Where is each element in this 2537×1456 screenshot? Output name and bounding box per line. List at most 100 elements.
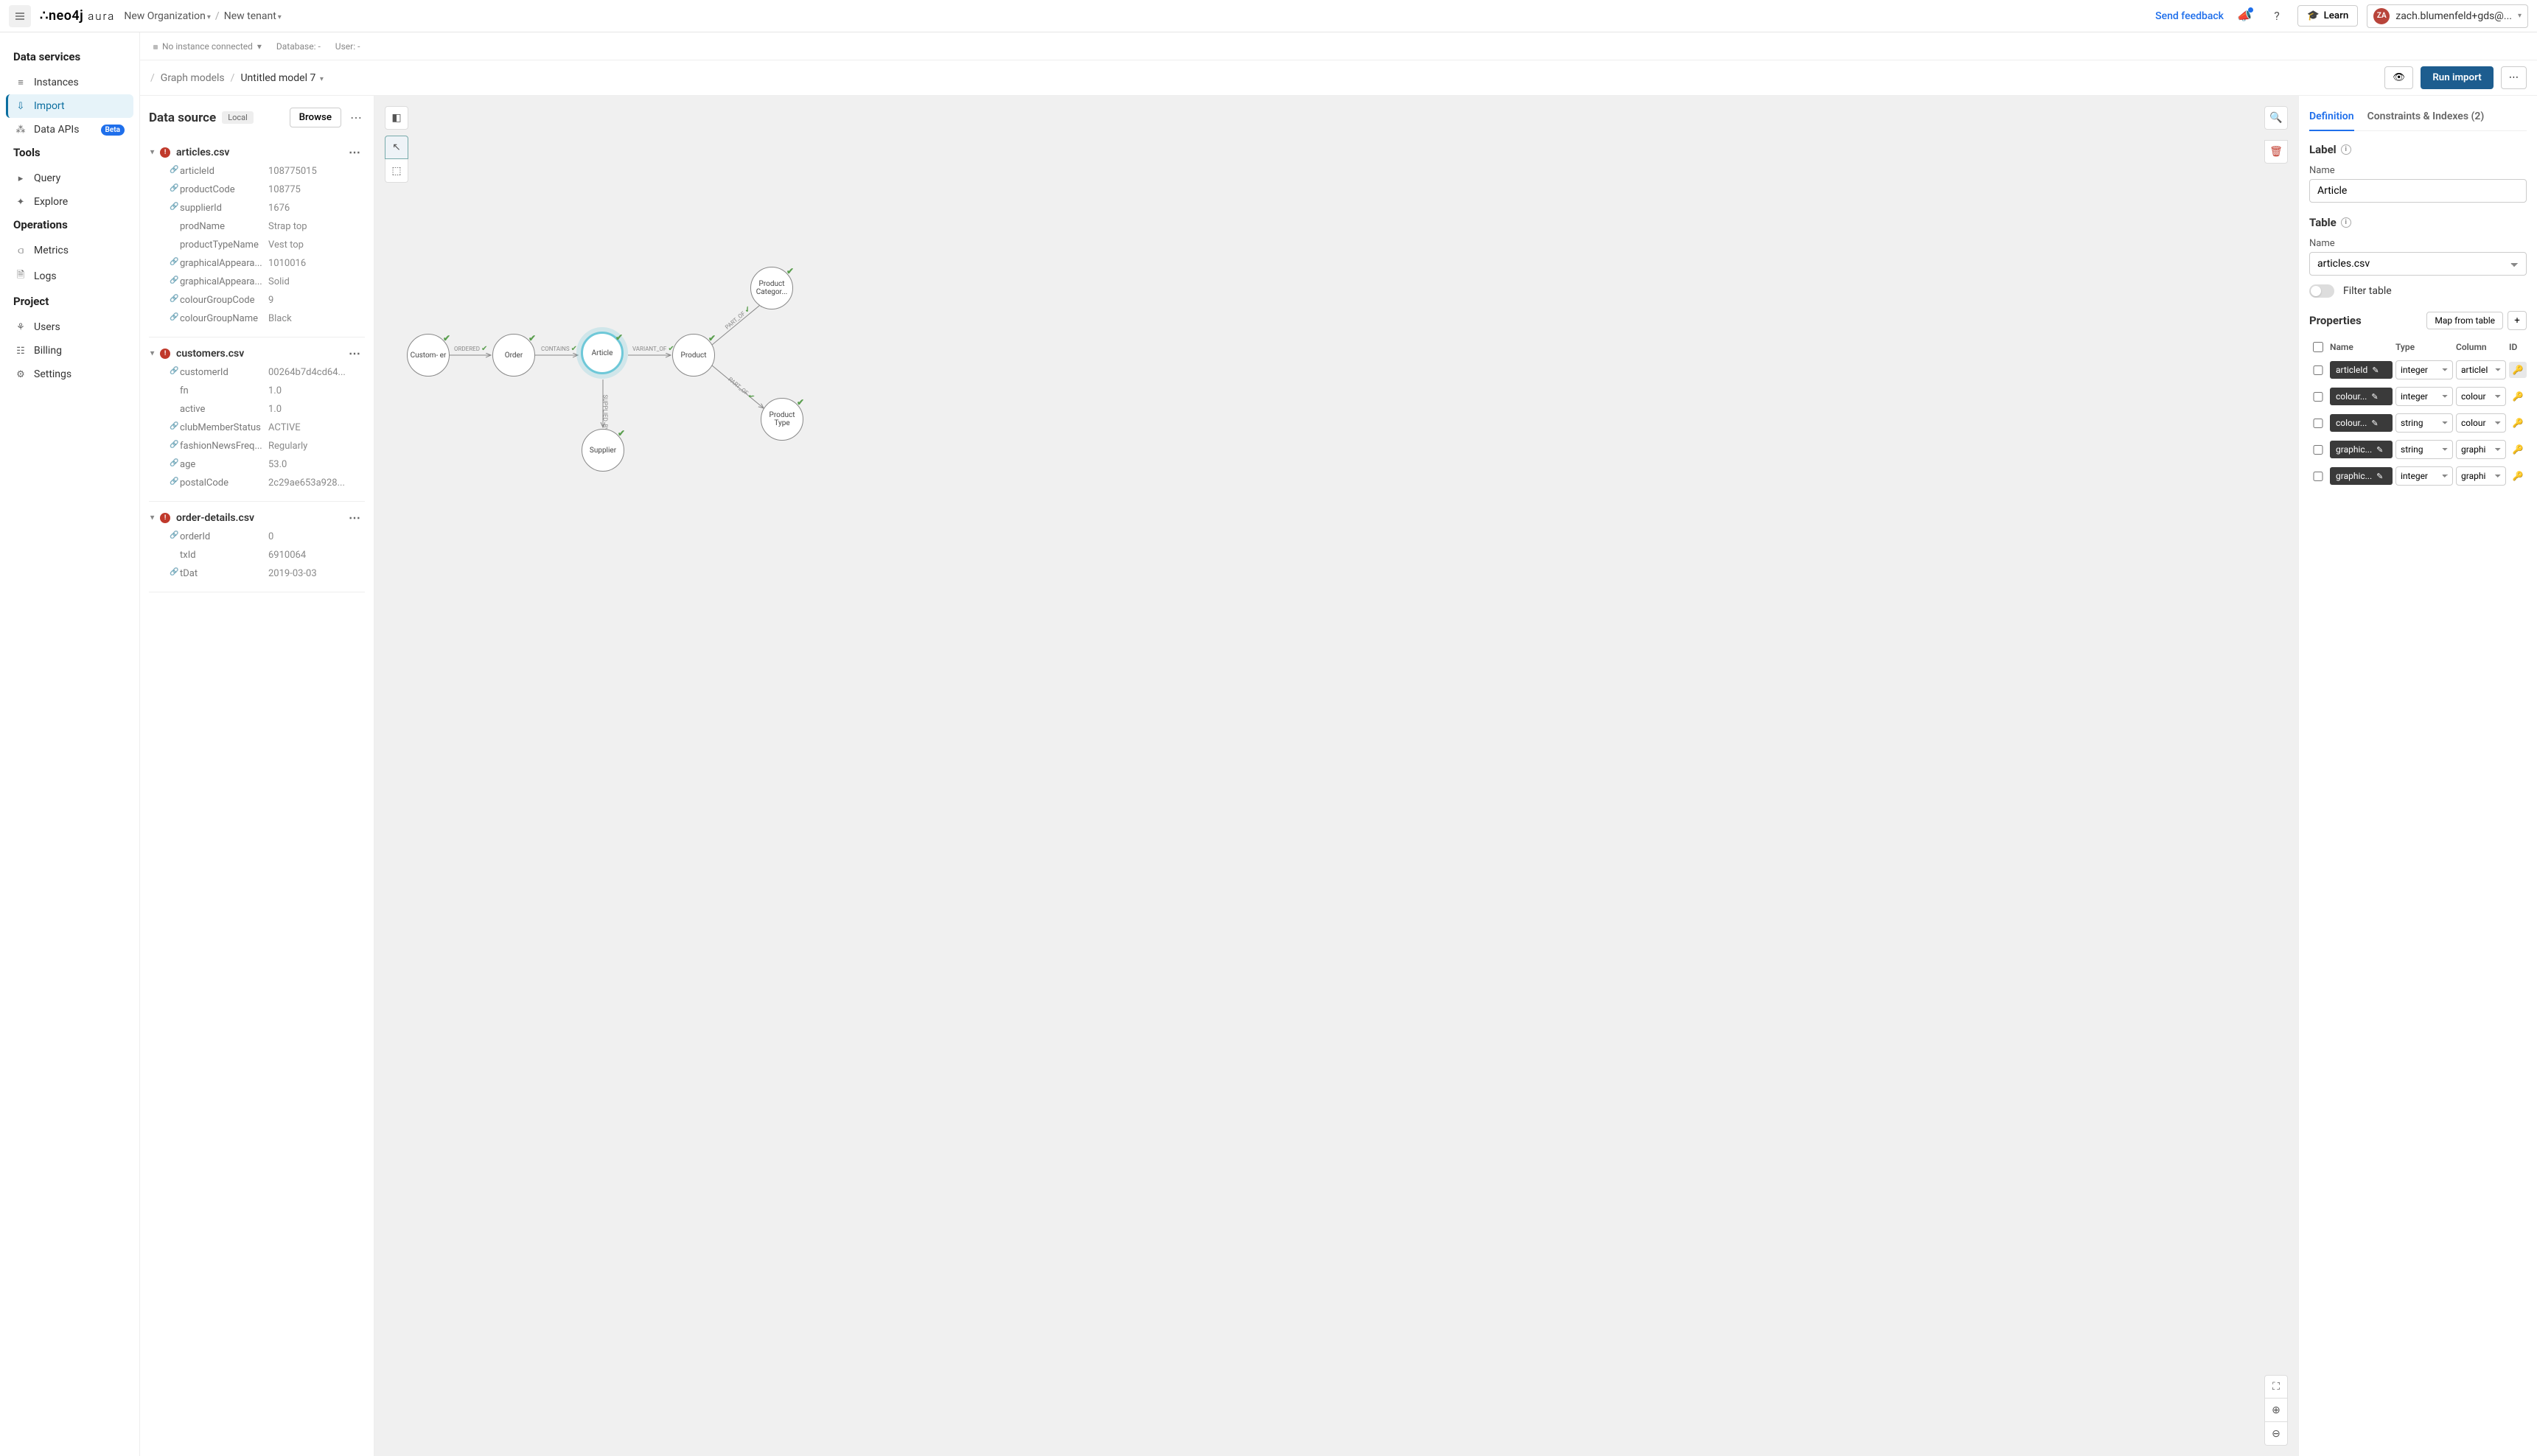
field-row[interactable]: prodNameStrap top <box>149 217 365 236</box>
row-checkbox[interactable] <box>2309 365 2327 375</box>
more-actions-button[interactable]: ⋯ <box>2501 66 2527 89</box>
column-select[interactable]: graphi <box>2456 440 2506 459</box>
sidebar-item-billing[interactable]: ☷Billing <box>6 339 133 363</box>
fit-button[interactable]: ⛶ <box>2264 1375 2288 1399</box>
zoom-out-button[interactable]: ⊖ <box>2264 1422 2288 1446</box>
search-canvas-button[interactable]: 🔍 <box>2264 106 2288 130</box>
field-row[interactable]: fn1.0 <box>149 382 365 400</box>
node-order[interactable]: Order✔ <box>492 334 535 377</box>
sidebar-item-logs[interactable]: 🗎Logs <box>6 262 133 290</box>
field-row[interactable]: active1.0 <box>149 400 365 419</box>
select-tool[interactable]: ⬚ <box>385 159 408 183</box>
browse-button[interactable]: Browse <box>290 108 341 127</box>
sidebar-item-instances[interactable]: ≡Instances <box>6 71 133 94</box>
user-menu[interactable]: ZA zach.blumenfeld+gds@... ▾ <box>2367 4 2528 28</box>
select-all-checkbox[interactable] <box>2309 342 2327 352</box>
field-row[interactable]: 🔗graphicalAppeara...Solid <box>149 273 365 291</box>
instance-status[interactable]: No instance connected ▾ <box>153 41 262 52</box>
file-header[interactable]: ▸!order-details.csv⋯ <box>149 508 365 528</box>
row-checkbox[interactable] <box>2309 445 2327 455</box>
type-select[interactable]: integer <box>2395 360 2453 379</box>
breadcrumb-current[interactable]: Untitled model 7 ▾ <box>240 72 323 84</box>
delete-button[interactable]: 🗑 <box>2264 140 2288 164</box>
type-select[interactable]: string <box>2395 440 2453 459</box>
pointer-tool[interactable]: ↖ <box>385 136 408 159</box>
node-article[interactable]: Article✔ <box>581 332 624 374</box>
field-row[interactable]: 🔗age53.0 <box>149 455 365 474</box>
preview-button[interactable]: 👁 <box>2384 66 2413 89</box>
column-select[interactable]: graphi <box>2456 466 2506 486</box>
field-row[interactable]: 🔗orderId0 <box>149 528 365 546</box>
filter-toggle[interactable] <box>2309 284 2334 298</box>
column-select[interactable]: colour <box>2456 387 2506 406</box>
key-icon[interactable]: 🔑 <box>2509 418 2527 428</box>
toggle-panel-button[interactable]: ◧ <box>385 106 408 130</box>
label-name-input[interactable] <box>2309 179 2527 203</box>
key-icon[interactable]: 🔑 <box>2509 391 2527 402</box>
learn-button[interactable]: 🎓Learn <box>2297 5 2358 27</box>
property-name-chip[interactable]: graphic...✎ <box>2330 441 2393 458</box>
add-property-button[interactable]: + <box>2508 311 2527 330</box>
field-row[interactable]: 🔗tDat2019-03-03 <box>149 564 365 583</box>
tenant-selector[interactable]: New tenant▾ <box>224 10 282 22</box>
info-icon[interactable]: i <box>2341 217 2351 228</box>
property-name-chip[interactable]: colour...✎ <box>2330 388 2393 405</box>
hamburger-menu[interactable] <box>9 5 31 27</box>
field-row[interactable]: 🔗supplierId1676 <box>149 199 365 217</box>
run-import-button[interactable]: Run import <box>2421 66 2493 89</box>
field-row[interactable]: 🔗productCode108775 <box>149 181 365 199</box>
sidebar-item-query[interactable]: ▸Query <box>6 167 133 190</box>
column-select[interactable]: colour <box>2456 413 2506 433</box>
org-selector[interactable]: New Organization▾ <box>124 10 211 22</box>
table-select[interactable]: articles.csv <box>2309 252 2527 276</box>
file-header[interactable]: ▸!articles.csv⋯ <box>149 142 365 162</box>
node-customer[interactable]: Custom- er✔ <box>407 334 450 377</box>
datasource-more[interactable]: ⋯ <box>347 111 365 125</box>
field-row[interactable]: 🔗clubMemberStatusACTIVE <box>149 419 365 437</box>
file-more[interactable]: ⋯ <box>346 511 363 525</box>
field-row[interactable]: 🔗graphicalAppeara...1010016 <box>149 254 365 273</box>
sidebar-item-explore[interactable]: ✦Explore <box>6 190 133 214</box>
node-product-category[interactable]: Product Categor...✔ <box>750 267 793 309</box>
send-feedback-link[interactable]: Send feedback <box>2155 10 2224 22</box>
field-row[interactable]: productTypeNameVest top <box>149 236 365 254</box>
sidebar-item-import[interactable]: ⇩Import <box>6 94 133 118</box>
key-icon[interactable]: 🔑 <box>2509 444 2527 455</box>
zoom-in-button[interactable]: ⊕ <box>2264 1399 2288 1422</box>
breadcrumb-parent[interactable]: Graph models <box>161 72 225 84</box>
key-icon[interactable]: 🔑 <box>2509 362 2527 378</box>
field-row[interactable]: 🔗articleId108775015 <box>149 162 365 181</box>
row-checkbox[interactable] <box>2309 419 2327 428</box>
key-icon[interactable]: 🔑 <box>2509 471 2527 481</box>
graph-canvas[interactable]: ◧ ↖ ⬚ 🔍 🗑 ⛶ ⊕ ⊖ <box>374 96 2298 1456</box>
field-row[interactable]: 🔗colourGroupCode9 <box>149 291 365 309</box>
file-more[interactable]: ⋯ <box>346 145 363 159</box>
sidebar-item-data-apis[interactable]: ⁂Data APIsBeta <box>6 118 133 141</box>
property-name-chip[interactable]: colour...✎ <box>2330 414 2393 432</box>
help-button[interactable]: ? <box>2265 4 2289 28</box>
type-select[interactable]: integer <box>2395 466 2453 486</box>
field-row[interactable]: 🔗postalCode2c29ae653a928... <box>149 474 365 492</box>
field-row[interactable]: txId6910064 <box>149 546 365 564</box>
property-name-chip[interactable]: articleId✎ <box>2330 361 2393 379</box>
row-checkbox[interactable] <box>2309 392 2327 402</box>
column-select[interactable]: articleI <box>2456 360 2506 379</box>
info-icon[interactable]: i <box>2341 144 2351 155</box>
sidebar-item-metrics[interactable]: ⫏Metrics <box>6 239 133 262</box>
file-header[interactable]: ▸!customers.csv⋯ <box>149 343 365 363</box>
field-row[interactable]: 🔗fashionNewsFreq...Regularly <box>149 437 365 455</box>
node-supplier[interactable]: Supplier✔ <box>582 429 624 472</box>
node-product[interactable]: Product✔ <box>672 334 715 377</box>
property-name-chip[interactable]: graphic...✎ <box>2330 467 2393 485</box>
type-select[interactable]: string <box>2395 413 2453 433</box>
row-checkbox[interactable] <box>2309 472 2327 481</box>
notifications-button[interactable]: 📣 <box>2233 4 2256 28</box>
field-row[interactable]: 🔗colourGroupNameBlack <box>149 309 365 328</box>
node-product-type[interactable]: Product Type✔ <box>761 398 803 441</box>
map-from-table-button[interactable]: Map from table <box>2426 312 2503 329</box>
sidebar-item-settings[interactable]: ⚙Settings <box>6 363 133 386</box>
tab-constraints[interactable]: Constraints & Indexes (2) <box>2367 106 2485 130</box>
sidebar-item-users[interactable]: ⚘Users <box>6 315 133 339</box>
file-more[interactable]: ⋯ <box>346 346 363 360</box>
type-select[interactable]: integer <box>2395 387 2453 406</box>
